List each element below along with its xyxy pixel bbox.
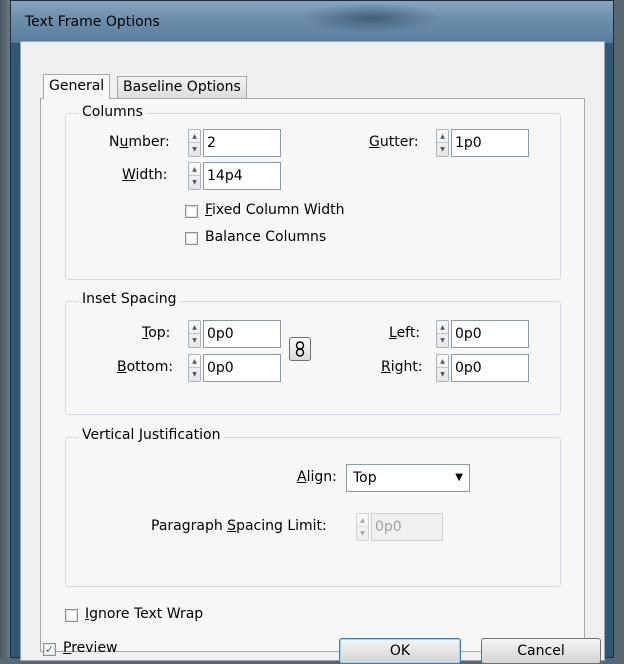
right-spinner[interactable]: ▲ ▼	[436, 354, 449, 382]
top-input[interactable]: 0p0	[203, 320, 281, 348]
check-icon: ✓	[44, 643, 55, 656]
dialog-window: Text Frame Options General Baseline Opti…	[10, 0, 614, 664]
left-label: Left:	[389, 325, 421, 341]
gutter-label: Gutter:	[369, 134, 419, 150]
window-title: Text Frame Options	[25, 14, 160, 30]
align-label: Align:	[297, 469, 337, 485]
align-dropdown[interactable]: Top ▼	[346, 464, 470, 492]
bottom-spinner[interactable]: ▲ ▼	[188, 354, 201, 382]
spinner-down-icon[interactable]: ▼	[189, 143, 200, 156]
spinner-up-icon[interactable]: ▲	[189, 163, 200, 176]
spinner-up-icon[interactable]: ▲	[189, 321, 200, 334]
tab-general[interactable]: General	[43, 74, 111, 99]
spinner-down-icon[interactable]: ▼	[189, 334, 200, 347]
spinner-up-icon[interactable]: ▲	[437, 130, 448, 143]
left-spinner[interactable]: ▲ ▼	[436, 320, 449, 348]
spinner-up-icon[interactable]: ▲	[189, 355, 200, 368]
spinner-down-icon[interactable]: ▼	[189, 368, 200, 381]
app-background-strip	[0, 0, 10, 658]
tab-baseline-options[interactable]: Baseline Options	[117, 76, 247, 98]
top-spinner[interactable]: ▲ ▼	[188, 320, 201, 348]
number-label: Number:	[109, 134, 170, 150]
spinner-up-icon[interactable]: ▲	[437, 321, 448, 334]
fixed-column-width-checkbox[interactable]	[185, 205, 198, 218]
spinner-down-icon[interactable]: ▼	[437, 368, 448, 381]
inset-spacing-group-label: Inset Spacing	[79, 291, 180, 307]
titlebar-glare	[301, 3, 441, 33]
width-label: Width:	[122, 167, 168, 183]
width-spinner[interactable]: ▲ ▼	[188, 162, 201, 190]
align-selected-value: Top	[353, 470, 377, 486]
left-input[interactable]: 0p0	[451, 320, 529, 348]
spinner-down-icon: ▼	[360, 530, 365, 537]
spinner-down-icon[interactable]: ▼	[437, 334, 448, 347]
chain-link-icon	[295, 341, 305, 357]
right-label: Right:	[381, 359, 423, 375]
vertical-justification-group	[65, 437, 561, 587]
balance-columns-label: Balance Columns	[205, 229, 327, 245]
right-input[interactable]: 0p0	[451, 354, 529, 382]
title-bar[interactable]: Text Frame Options	[11, 1, 613, 43]
spinner-up-icon: ▲	[357, 514, 368, 527]
spinner-up-icon[interactable]: ▲	[437, 355, 448, 368]
link-settings-button[interactable]	[289, 337, 311, 361]
paragraph-spacing-limit-label: Paragraph Spacing Limit:	[151, 518, 327, 534]
cancel-button[interactable]: Cancel	[481, 638, 601, 664]
number-spinner[interactable]: ▲ ▼	[188, 129, 201, 157]
spinner-down-icon[interactable]: ▼	[437, 143, 448, 156]
columns-group-label: Columns	[79, 104, 146, 120]
paragraph-spacing-spinner: ▲ ▼	[356, 513, 369, 541]
bottom-label: Bottom:	[117, 359, 174, 375]
preview-checkbox[interactable]: ✓	[43, 643, 56, 656]
width-input[interactable]: 14p4	[203, 162, 281, 190]
spinner-up-icon[interactable]: ▲	[189, 130, 200, 143]
chevron-down-icon: ▼	[455, 472, 463, 483]
vertical-justification-group-label: Vertical Justification	[79, 427, 224, 443]
balance-columns-checkbox[interactable]	[185, 232, 198, 245]
top-label: Top:	[142, 325, 171, 341]
number-input[interactable]: 2	[203, 129, 281, 157]
ignore-text-wrap-label: Ignore Text Wrap	[85, 606, 204, 622]
dialog-body: General Baseline Options Columns Number:…	[20, 41, 605, 664]
spinner-down-icon[interactable]: ▼	[189, 176, 200, 189]
ok-button[interactable]: OK	[339, 638, 461, 664]
gutter-spinner[interactable]: ▲ ▼	[436, 129, 449, 157]
paragraph-spacing-limit-input: 0p0	[371, 513, 443, 541]
ignore-text-wrap-checkbox[interactable]	[65, 609, 78, 622]
bottom-input[interactable]: 0p0	[203, 354, 281, 382]
fixed-column-width-label: Fixed Column Width	[205, 202, 345, 218]
tab-panel-general: Columns Number: ▲ ▼ 2 Gutter: ▲ ▼ 1p0 Wi…	[40, 98, 585, 652]
gutter-input[interactable]: 1p0	[451, 129, 529, 157]
preview-label: Preview	[63, 640, 118, 656]
